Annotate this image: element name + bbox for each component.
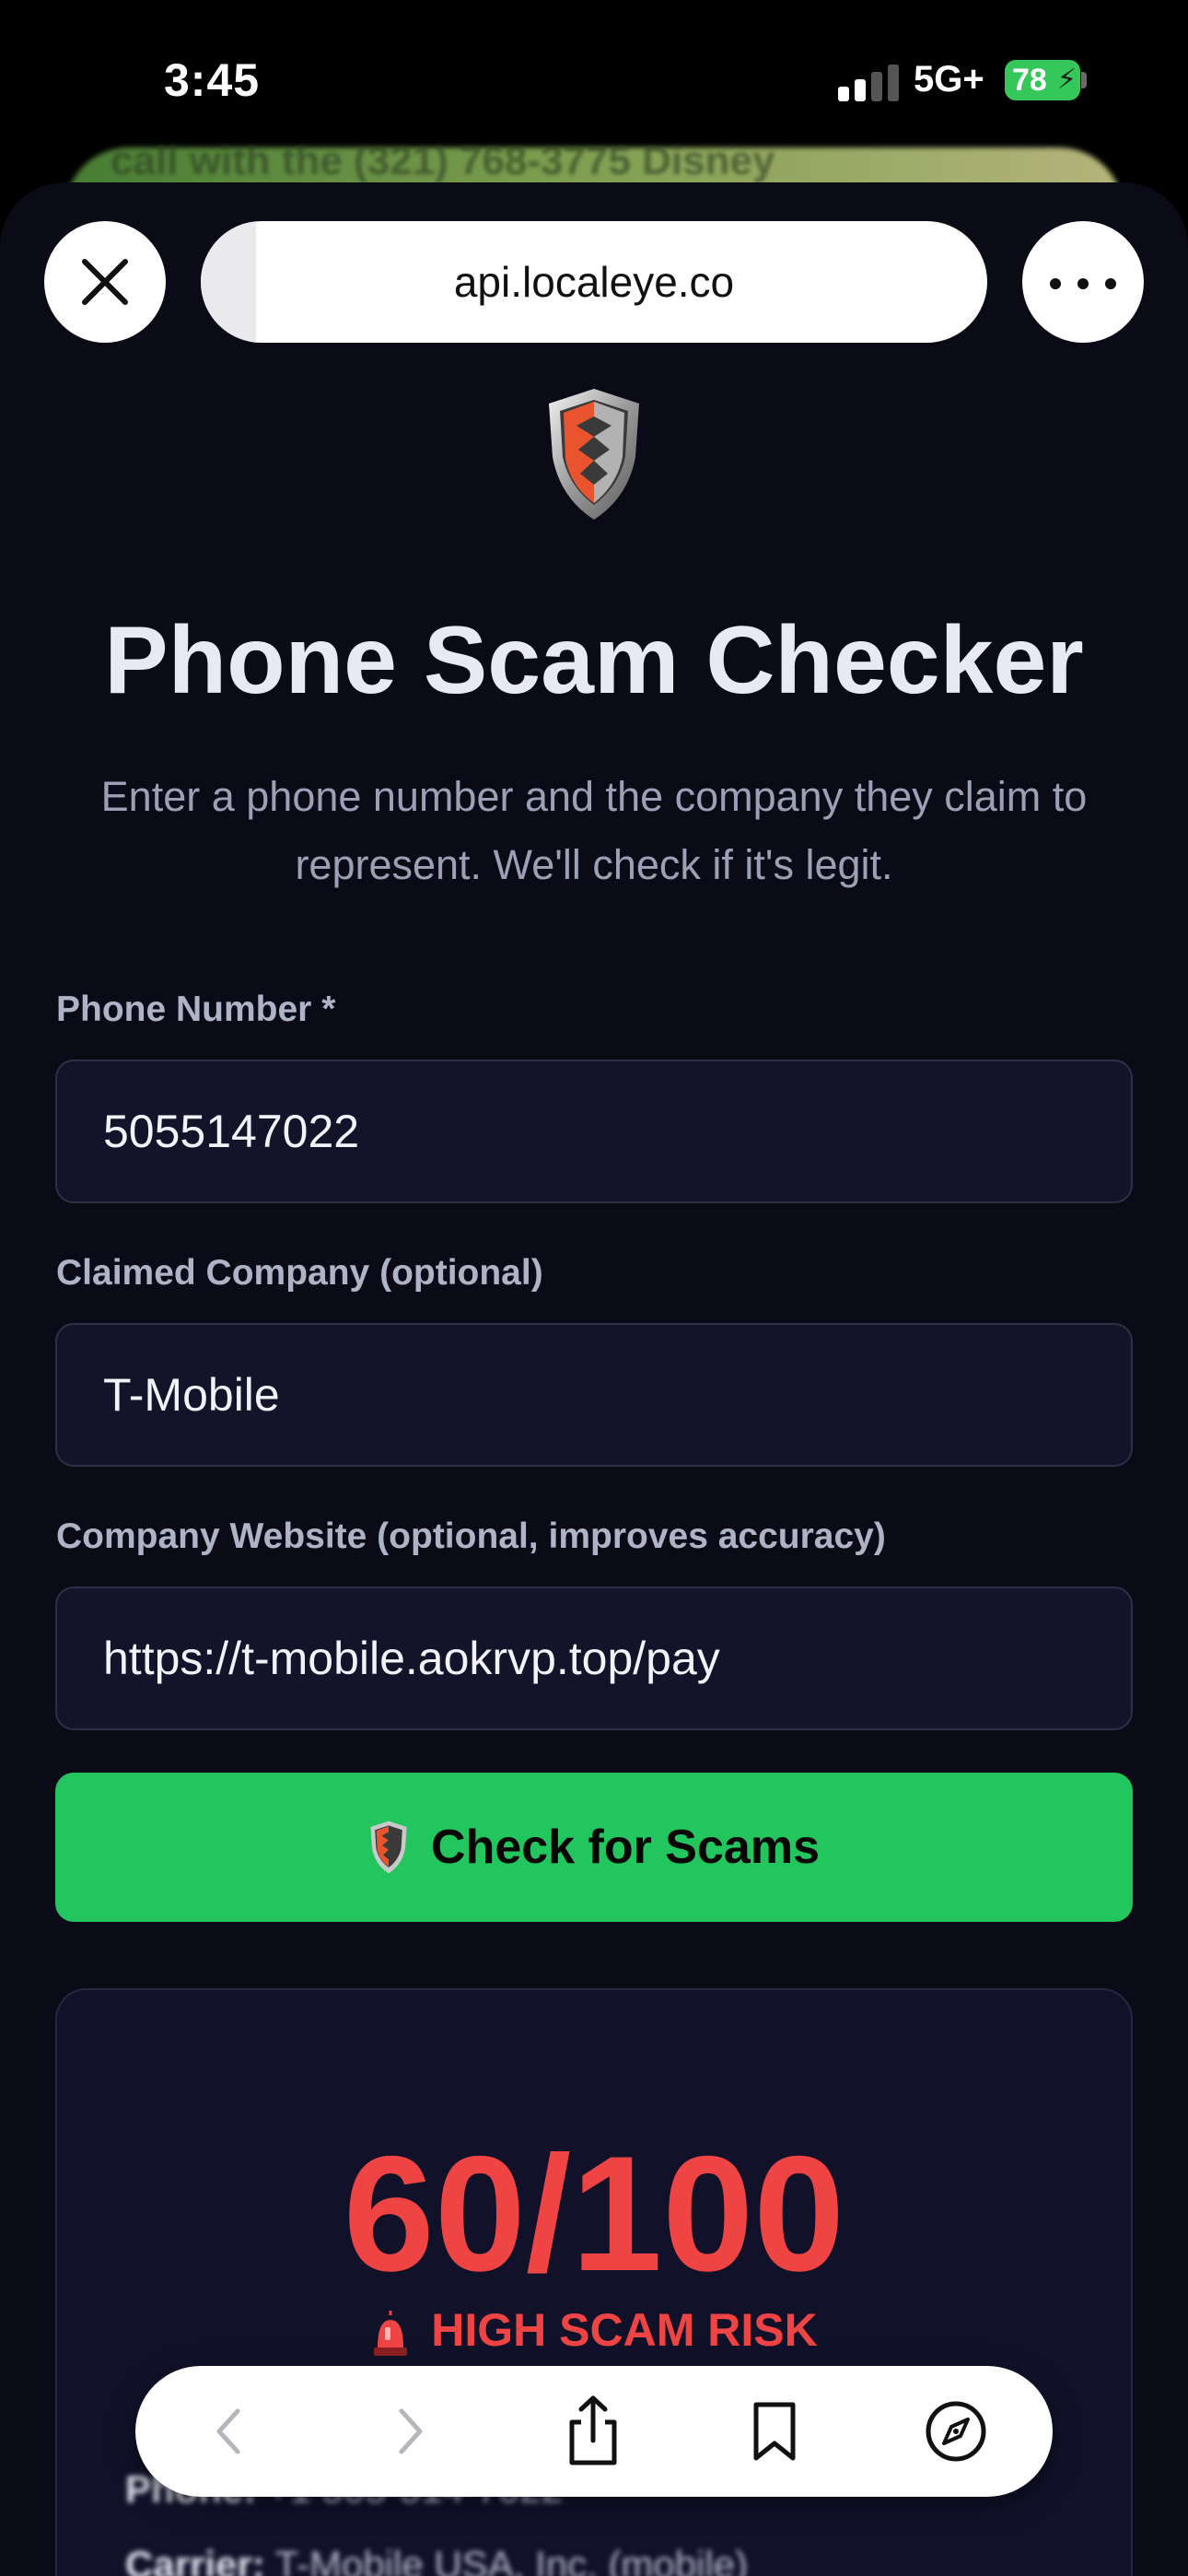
claimed-company-value: T-Mobile	[103, 1369, 280, 1421]
battery-percent: 78	[1012, 63, 1047, 98]
shield-icon	[549, 389, 639, 520]
back-button[interactable]	[183, 2385, 275, 2477]
close-button[interactable]	[44, 221, 166, 343]
risk-level: HIGH SCAM RISK	[57, 2303, 1131, 2357]
battery-icon: 78 ⚡	[1005, 60, 1080, 100]
more-dot	[1077, 278, 1089, 289]
phone-screen: 3:45 5G+ 78 ⚡ call with the (321) 768-37…	[0, 0, 1188, 2576]
url-text: api.localeye.co	[453, 258, 735, 306]
close-icon	[82, 259, 128, 305]
detail-value: T-Mobile USA, Inc. (mobile)	[274, 2543, 749, 2576]
url-bar[interactable]: api.localeye.co	[201, 221, 987, 343]
background-page-snippet: call with the (321) 768-3775 Disney	[111, 138, 775, 183]
status-time: 3:45	[164, 54, 261, 106]
scam-score: 60/100	[343, 2122, 845, 2305]
shield-icon	[370, 1821, 407, 1874]
network-type: 5G+	[914, 59, 984, 100]
chevron-left-icon	[216, 2408, 240, 2454]
forward-button[interactable]	[364, 2385, 456, 2477]
status-bar: 3:45 5G+ 78 ⚡	[0, 0, 1188, 147]
page-subtitle: Enter a phone number and the company the…	[100, 773, 1088, 888]
page-title: Phone Scam Checker	[104, 607, 1084, 714]
more-horizontal-icon	[1050, 278, 1061, 289]
more-dot	[1105, 278, 1116, 289]
detail-key: Carrier:	[125, 2543, 265, 2576]
share-icon	[569, 2395, 617, 2465]
in-app-browser-sheet: api.localeye.co Phone Scam Checker Enter…	[0, 182, 1188, 2576]
open-in-safari-button[interactable]	[910, 2385, 1002, 2477]
company-website-input[interactable]: https://t-mobile.aokrvp.top/pay	[55, 1587, 1133, 1730]
company-website-value: https://t-mobile.aokrvp.top/pay	[103, 1633, 720, 1684]
detail-row-carrier: Carrier: T-Mobile USA, Inc. (mobile)	[125, 2543, 748, 2576]
company-website-label: Company Website (optional, improves accu…	[56, 1516, 886, 1556]
phone-number-input[interactable]: 5055147022	[55, 1060, 1133, 1203]
check-for-scams-button[interactable]: Check for Scams	[55, 1773, 1133, 1922]
phone-number-label: Phone Number *	[56, 989, 336, 1029]
browser-toolbar	[135, 2366, 1053, 2497]
bookmark-icon	[753, 2402, 796, 2461]
cellular-signal-icon	[838, 64, 899, 101]
chevron-right-icon	[399, 2408, 423, 2454]
phone-number-value: 5055147022	[103, 1106, 360, 1157]
more-options-button[interactable]	[1022, 221, 1144, 343]
check-for-scams-label: Check for Scams	[431, 1821, 820, 1874]
share-button[interactable]	[547, 2385, 639, 2477]
compass-icon	[926, 2401, 986, 2462]
claimed-company-input[interactable]: T-Mobile	[55, 1323, 1133, 1467]
bookmarks-button[interactable]	[728, 2385, 821, 2477]
battery-cap	[1081, 72, 1087, 88]
siren-icon	[374, 2310, 408, 2356]
risk-label: HIGH SCAM RISK	[431, 2304, 818, 2356]
claimed-company-label: Claimed Company (optional)	[56, 1253, 543, 1293]
charging-bolt-icon: ⚡	[1056, 64, 1077, 95]
